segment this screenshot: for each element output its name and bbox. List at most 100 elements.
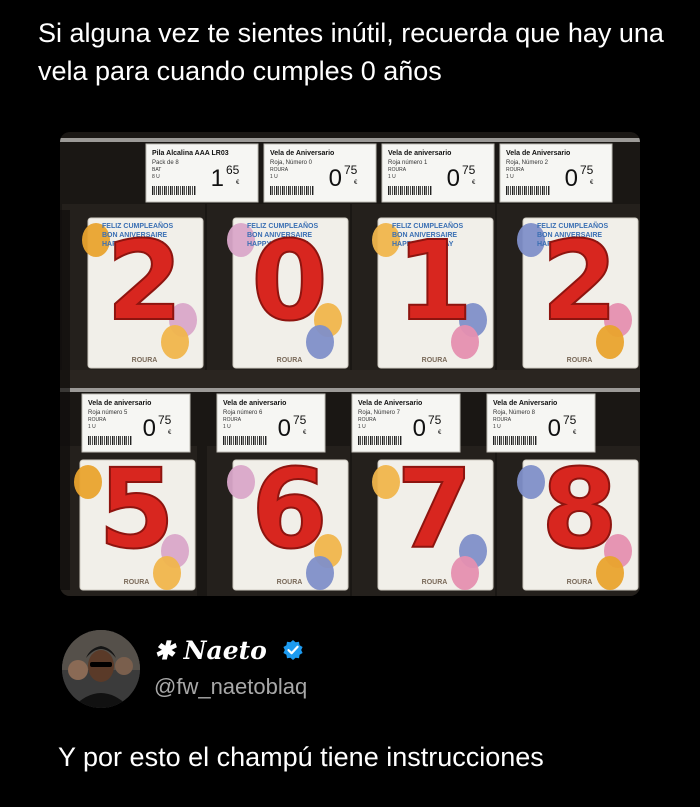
price-label-line: Roja, Número 7	[358, 410, 401, 416]
barcode-bar	[257, 436, 258, 445]
barcode-bar	[522, 186, 523, 195]
barcode-bar	[312, 186, 314, 195]
barcode-bar	[108, 436, 109, 445]
package-brand: ROURA	[422, 579, 448, 586]
barcode-bar	[251, 436, 252, 445]
price-label-line: Roja número 5	[88, 410, 128, 416]
price-label-title: Vela de aniversario	[223, 400, 286, 407]
price-label-line: 1 U	[493, 424, 501, 430]
barcode-bar	[114, 436, 115, 445]
price-label-line: ROURA	[88, 417, 107, 423]
barcode-bar	[376, 436, 378, 445]
barcode-bar	[523, 436, 525, 445]
price-label-line: 1 U	[223, 424, 231, 430]
author-name[interactable]: ✱ Naeto	[154, 636, 304, 667]
barcode-bar	[288, 186, 290, 195]
barcode-bar	[98, 436, 99, 445]
barcode-bar	[418, 186, 420, 195]
package-brand: ROURA	[567, 579, 593, 586]
price-label: Vela de Aniversario Roja, Número 2ROURA1 …	[499, 143, 613, 203]
barcode-bar	[515, 436, 516, 445]
price-label-title: Pila Alcalina AAA LR03	[152, 150, 229, 157]
barcode-bar	[178, 186, 179, 195]
tweet-text: Y por esto el champú tiene instrucciones	[58, 742, 544, 772]
package-brand: ROURA	[567, 357, 593, 364]
post-caption: Si alguna vez te sientes inútil, recuerd…	[38, 18, 664, 86]
barcode-bar	[362, 436, 363, 445]
barcode-bar	[172, 186, 173, 195]
candle-package: FELIZ CUMPLEAÑOSBON ANIVERSAIREHAPPY BIR…	[62, 204, 205, 374]
candle-digit: 1	[396, 217, 473, 345]
barcode-bar	[126, 436, 127, 445]
author-display-name: ✱ Naeto	[154, 636, 267, 665]
barcode-bar	[382, 436, 384, 445]
candle-digit: 2	[541, 217, 618, 345]
barcode-bar	[398, 436, 399, 445]
price-label-line: Pack de 8	[152, 160, 179, 166]
barcode-bar	[162, 186, 163, 195]
candle-package: FELIZ CUMPLEAÑOSBON ANIVERSAIREHAPPY BIR…	[352, 204, 495, 374]
barcode-bar	[180, 186, 181, 195]
barcode-bar	[298, 186, 299, 195]
barcode-bar	[521, 436, 522, 445]
barcode-bar	[368, 436, 369, 445]
package-brand: ROURA	[422, 357, 448, 364]
barcode-bar	[410, 186, 411, 195]
barcode-bar	[235, 436, 237, 445]
price-integer: 0	[143, 415, 156, 442]
barcode-bar	[96, 436, 97, 445]
barcode-bar	[378, 436, 379, 445]
barcode-bar	[294, 186, 296, 195]
barcode-bar	[516, 186, 517, 195]
price-label-line: Roja, Número 0	[270, 160, 313, 166]
package-brand: ROURA	[124, 579, 150, 586]
barcode-bar	[112, 436, 114, 445]
price-integer: 0	[447, 165, 460, 192]
price-label-line: ROURA	[270, 167, 289, 173]
candle-digit: 0	[251, 217, 328, 345]
barcode-bar	[158, 186, 160, 195]
price-label-line: ROURA	[493, 417, 512, 423]
barcode-bar	[184, 186, 185, 195]
candle-digit: 2	[106, 217, 183, 345]
barcode-bar	[414, 186, 415, 195]
price-label-line: ROURA	[358, 417, 377, 423]
price-integer: 0	[278, 415, 291, 442]
tweet-author[interactable]: ✱ Naeto @fw_naetoblaq	[62, 630, 662, 710]
barcode-bar	[534, 186, 535, 195]
barcode-bar	[233, 436, 234, 445]
barcode-bar	[528, 186, 529, 195]
barcode-bar	[396, 436, 397, 445]
barcode-bar	[247, 436, 249, 445]
barcode-bar	[188, 186, 190, 195]
barcode-bar	[239, 436, 240, 445]
barcode-bar	[517, 436, 519, 445]
barcode-bar	[508, 186, 509, 195]
barcode-bar	[430, 186, 432, 195]
price-label-title: Vela de Aniversario	[358, 400, 422, 407]
post-photo[interactable]: FELIZ CUMPLEAÑOS BON ANIVERSAIRE HAPPY BIR…	[60, 132, 640, 596]
author-handle[interactable]: @fw_naetoblaq	[154, 674, 307, 700]
barcode-bar	[94, 436, 96, 445]
barcode-bar	[520, 186, 521, 195]
barcode-bar	[306, 186, 308, 195]
price-decimal: 75	[293, 413, 307, 427]
verified-badge-icon	[282, 638, 304, 667]
barcode-bar	[402, 186, 403, 195]
barcode-bar	[525, 436, 526, 445]
barcode-bar	[106, 436, 108, 445]
barcode-bar	[168, 186, 169, 195]
barcode-bar	[280, 186, 281, 195]
barcode-bar	[255, 436, 256, 445]
avatar[interactable]	[62, 630, 140, 708]
barcode-bar	[519, 436, 520, 445]
barcode-bar	[424, 186, 426, 195]
barcode-bar	[286, 186, 287, 195]
barcode-bar	[548, 186, 550, 195]
barcode-bar	[536, 186, 538, 195]
barcode-bar	[88, 436, 90, 445]
barcode-bar	[227, 436, 228, 445]
barcode-bar	[532, 186, 533, 195]
barcode-bar	[400, 186, 402, 195]
barcode-bar	[404, 186, 405, 195]
